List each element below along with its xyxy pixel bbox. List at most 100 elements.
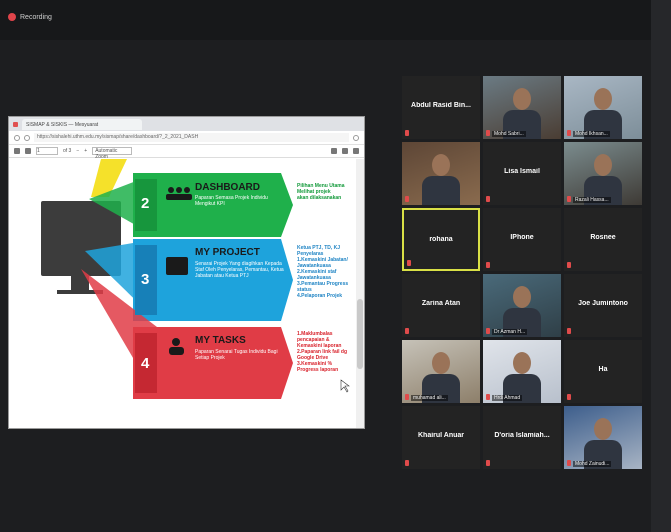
- project-team-icon: [166, 257, 188, 275]
- participant-face: [594, 154, 612, 176]
- mic-muted-icon: [407, 260, 411, 266]
- participant-label: muhamad ali...: [411, 395, 448, 401]
- download-icon[interactable]: [342, 148, 348, 154]
- zoom-out-button[interactable]: −: [76, 148, 79, 154]
- print-icon[interactable]: [331, 148, 337, 154]
- participant-tile[interactable]: IPhone: [483, 208, 561, 271]
- participant-name: Abdul Rasid Bin...: [411, 102, 471, 109]
- browser-urlbar: https://sishalehi.uthm.edu.my/sismap/sha…: [9, 131, 364, 145]
- item-title: DASHBOARD: [195, 182, 260, 193]
- item-number: 3: [141, 271, 150, 288]
- item-side-notes: Ketua PTJ, TD, KJ Penyelaras 1.Kemaskini…: [297, 245, 349, 299]
- participant-name: Lisa Ismail: [504, 168, 540, 175]
- participant-face: [513, 286, 531, 308]
- search-icon[interactable]: [25, 148, 31, 154]
- participant-tile[interactable]: Mohd Ikhsan...: [564, 76, 642, 139]
- participant-tile[interactable]: Joe Jumintono: [564, 274, 642, 337]
- participant-video: [483, 340, 561, 403]
- mic-muted-icon: [405, 196, 409, 202]
- participant-tile[interactable]: Mohd Zainudi...: [564, 406, 642, 469]
- participant-body: [422, 176, 460, 205]
- mic-muted-icon: [405, 394, 409, 400]
- mic-muted-icon: [567, 262, 571, 268]
- participant-video: [402, 142, 480, 205]
- participant-tile[interactable]: Razali Hassa...: [564, 142, 642, 205]
- item-side-notes: 1.Maklumbalas pencapaian & Kemaskini lap…: [297, 331, 348, 373]
- mic-muted-icon: [567, 394, 571, 400]
- item-description: Senarai Projek Yang diagihkan Kepada Sta…: [195, 261, 284, 279]
- participant-label: Mohd Sabri...: [492, 131, 526, 137]
- pdf-page: 2 DASHBOARD Paparan Semasa Projek Indivi…: [9, 159, 364, 428]
- participant-name: Ha: [598, 366, 608, 373]
- participant-name: Rosnee: [590, 234, 616, 241]
- reload-icon[interactable]: [24, 134, 30, 141]
- participant-label: Razali Hassa...: [573, 197, 611, 203]
- participant-label: Dr Azman H...: [492, 329, 528, 335]
- participant-tile[interactable]: Ha: [564, 340, 642, 403]
- participant-label: Hrdi Ahmad: [492, 395, 523, 401]
- mic-muted-icon: [405, 460, 409, 466]
- browser-tab[interactable]: SISMAP & SISKIS — Mesyuarat: [22, 118, 142, 130]
- mic-muted-icon: [567, 196, 571, 202]
- zoom-select[interactable]: Automatic Zoom: [92, 147, 133, 160]
- mic-muted-icon: [405, 130, 409, 136]
- item-description: Paparan Semasa Projek Individu Mengikut …: [195, 195, 268, 207]
- participant-tile[interactable]: Rosnee: [564, 208, 642, 271]
- participant-video: [564, 76, 642, 139]
- pdf-toolbar: 1 of 3 − + Automatic Zoom: [9, 145, 364, 160]
- participant-face: [594, 418, 612, 440]
- participant-video: [483, 274, 561, 337]
- participant-tile[interactable]: Khairul Anuar: [402, 406, 480, 469]
- pdf-scrollbar[interactable]: [356, 159, 364, 428]
- participant-tile[interactable]: Mohd Sabri...: [483, 76, 561, 139]
- participant-name: Zarina Atan: [421, 300, 461, 307]
- shared-screen-window: SISMAP & SISKIS — Mesyuarat https://sish…: [8, 116, 365, 429]
- participant-tile[interactable]: Abdul Rasid Bin...: [402, 76, 480, 139]
- page-number-input[interactable]: 1: [36, 147, 58, 155]
- participant-tile[interactable]: [402, 142, 480, 205]
- sidebar-toggle-icon[interactable]: [14, 148, 20, 154]
- participant-face: [513, 352, 531, 374]
- mic-muted-icon: [567, 328, 571, 334]
- mic-muted-icon: [486, 394, 490, 400]
- participant-video: [402, 340, 480, 403]
- mouse-cursor-icon: [340, 379, 350, 393]
- mic-muted-icon: [567, 130, 571, 136]
- address-field[interactable]: https://sishalehi.uthm.edu.my/sismap/sha…: [34, 133, 349, 142]
- mic-muted-icon: [405, 328, 409, 334]
- item-number: 4: [141, 355, 150, 372]
- item-title: MY PROJECT: [195, 247, 260, 258]
- participant-label: Mohd Ikhsan...: [573, 131, 610, 137]
- participant-face: [432, 154, 450, 176]
- recording-dot-icon: [8, 13, 16, 21]
- participant-tile[interactable]: rohana: [402, 208, 480, 271]
- participant-tile[interactable]: Zarina Atan: [402, 274, 480, 337]
- participant-face: [513, 88, 531, 110]
- participant-video: [483, 76, 561, 139]
- participant-name: D'oria Islamiah...: [494, 432, 550, 439]
- participant-face: [594, 88, 612, 110]
- mic-muted-icon: [486, 130, 490, 136]
- recording-label: Recording: [20, 13, 52, 21]
- participant-tile[interactable]: Hrdi Ahmad: [483, 340, 561, 403]
- participant-label: Mohd Zainudi...: [573, 461, 612, 467]
- item-number: 2: [141, 195, 150, 212]
- bookmark-icon[interactable]: [353, 134, 359, 141]
- participant-tile[interactable]: muhamad ali...: [402, 340, 480, 403]
- mic-muted-icon: [486, 328, 490, 334]
- back-icon[interactable]: [14, 134, 20, 141]
- participant-tile[interactable]: D'oria Islamiah...: [483, 406, 561, 469]
- participant-face: [432, 352, 450, 374]
- zoom-in-button[interactable]: +: [84, 148, 87, 154]
- participant-tile[interactable]: Lisa Ismail: [483, 142, 561, 205]
- item-description: Paparan Senarai Tugas Individu Bagi Seti…: [195, 349, 278, 361]
- top-bar: Recording: [0, 0, 671, 40]
- participant-video: [564, 142, 642, 205]
- more-tools-icon[interactable]: [353, 148, 359, 154]
- mic-muted-icon: [486, 262, 490, 268]
- meeting-screen: Recording SISMAP & SISKIS — Mesyuarat ht…: [0, 0, 671, 532]
- mic-muted-icon: [486, 460, 490, 466]
- participant-tile[interactable]: Dr Azman H...: [483, 274, 561, 337]
- scroll-thumb[interactable]: [357, 299, 363, 369]
- mic-muted-icon: [567, 460, 571, 466]
